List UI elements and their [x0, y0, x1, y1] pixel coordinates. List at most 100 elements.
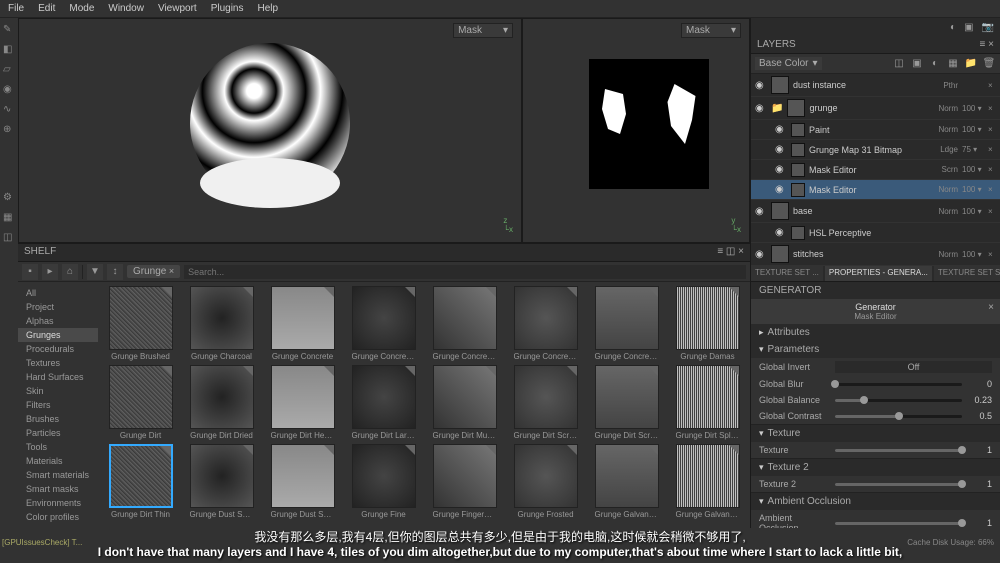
shelf-cat-textures[interactable]: Textures — [18, 356, 98, 370]
shelf-cat-particles[interactable]: Particles — [18, 426, 98, 440]
shelf-filter-tag[interactable]: Grunge × — [127, 265, 180, 278]
global-blur-slider[interactable] — [835, 383, 962, 386]
menu-viewport[interactable]: Viewport — [158, 3, 197, 14]
shelf-cat-materials[interactable]: Materials — [18, 454, 98, 468]
shelf-item[interactable]: Grunge Dust Small — [183, 444, 260, 519]
visibility-icon[interactable]: ◉ — [775, 227, 787, 238]
visibility-icon[interactable]: ◉ — [775, 124, 787, 135]
shelf-cat-tools[interactable]: Tools — [18, 440, 98, 454]
shelf-filter-icon[interactable]: ▼ — [87, 264, 103, 280]
shelf-item[interactable]: Grunge Dust Spread — [264, 444, 341, 519]
shelf-cat-smart-masks[interactable]: Smart masks — [18, 482, 98, 496]
shelf-menu-icon[interactable]: ≡ ◫ × — [717, 246, 744, 259]
shelf-item[interactable]: Grunge Fingerprints — [426, 444, 503, 519]
layer-row[interactable]: ◉dust instancePthr× — [751, 74, 1000, 97]
texture2-slider[interactable] — [835, 483, 962, 486]
add-effect-icon[interactable]: ◫ — [892, 57, 906, 71]
layer-row[interactable]: ◉stitchesNorm100 ▾× — [751, 243, 1000, 266]
shelf-item[interactable]: Grunge Dirt Muddy — [426, 365, 503, 440]
global-invert-toggle[interactable]: Off — [835, 361, 992, 373]
visibility-icon[interactable]: ◉ — [775, 184, 787, 195]
shelf-view-icon[interactable]: ▪ — [22, 264, 38, 280]
visibility-icon[interactable]: ◉ — [775, 164, 787, 175]
shelf-cat-hard-surfaces[interactable]: Hard Surfaces — [18, 370, 98, 384]
tool-clone-icon[interactable]: ⊕ — [3, 124, 15, 136]
menu-mode[interactable]: Mode — [69, 3, 94, 14]
shelf-item[interactable]: Grunge Fine — [345, 444, 422, 519]
shelf-cat-grunges[interactable]: Grunges — [18, 328, 98, 342]
tab[interactable]: TEXTURE SET ... — [751, 266, 823, 281]
generator-slot[interactable]: Generator Mask Editor × — [751, 299, 1000, 324]
shelf-cat-filters[interactable]: Filters — [18, 398, 98, 412]
layer-row[interactable]: ◉PaintNorm100 ▾× — [751, 120, 1000, 140]
layer-row[interactable]: ◉HSL Perceptive — [751, 223, 1000, 243]
menu-edit[interactable]: Edit — [38, 3, 55, 14]
shelf-item[interactable]: Grunge Dirt Scratchy — [588, 365, 665, 440]
shelf-item[interactable]: Grunge Galvanic S... — [588, 444, 665, 519]
shelf-item[interactable]: Grunge Dirt — [102, 365, 179, 440]
shelf-import-icon[interactable]: ▸ — [42, 264, 58, 280]
shelf-item[interactable]: Grunge Charcoal — [183, 286, 260, 361]
shelf-item[interactable]: Grunge Dirt Large — [345, 365, 422, 440]
menu-window[interactable]: Window — [108, 3, 144, 14]
section-texture[interactable]: ▾ Texture — [751, 425, 1000, 442]
shelf-item[interactable]: Grunge Concrete Cra... — [426, 286, 503, 361]
layer-row[interactable]: ◉Mask EditorScrn100 ▾× — [751, 160, 1000, 180]
add-layer-icon[interactable]: ◐ — [928, 57, 942, 71]
layer-row[interactable]: ◉baseNorm100 ▾× — [751, 200, 1000, 223]
shelf-item[interactable]: Grunge Concrete Old — [588, 286, 665, 361]
add-mask-icon[interactable]: ▣ — [910, 57, 924, 71]
shelf-item[interactable]: Grunge Concrete — [264, 286, 341, 361]
shelf-sort-icon[interactable]: ↕ — [107, 264, 123, 280]
shelf-item[interactable]: Grunge Dirt Thin — [102, 444, 179, 519]
section-texture2[interactable]: ▾ Texture 2 — [751, 459, 1000, 476]
menu-plugins[interactable]: Plugins — [211, 3, 244, 14]
shelf-item[interactable]: Grunge Concrete Dirty — [507, 286, 584, 361]
section-parameters[interactable]: ▾ Parameters — [751, 341, 1000, 358]
shelf-item[interactable]: Grunge Damas — [669, 286, 746, 361]
tool-layers-icon[interactable]: ▦ — [3, 212, 15, 224]
shelf-search-input[interactable] — [184, 265, 746, 279]
layer-row[interactable]: ◉Grunge Map 31 BitmapLdge75 ▾× — [751, 140, 1000, 160]
tool-material-icon[interactable]: ◫ — [3, 232, 15, 244]
shelf-cat-skin[interactable]: Skin — [18, 384, 98, 398]
global-balance-slider[interactable] — [835, 399, 962, 402]
add-folder-icon[interactable]: 📁 — [964, 57, 978, 71]
shelf-item[interactable]: Grunge Brushed — [102, 286, 179, 361]
iray-icon[interactable]: ◐ — [950, 22, 956, 33]
viewport-mode-dropdown-2[interactable]: Mask▾ — [681, 23, 741, 38]
shelf-cat-procedurals[interactable]: Procedurals — [18, 342, 98, 356]
shelf-cat-color-profiles[interactable]: Color profiles — [18, 510, 98, 524]
shelf-cat-smart-materials[interactable]: Smart materials — [18, 468, 98, 482]
tool-projection-icon[interactable]: ▱ — [3, 64, 15, 76]
add-fill-icon[interactable]: ▦ — [946, 57, 960, 71]
global-contrast-slider[interactable] — [835, 415, 962, 418]
layer-row[interactable]: ◉📁grungeNorm100 ▾× — [751, 97, 1000, 120]
tab[interactable]: TEXTURE SET SETTI... — [934, 266, 1000, 281]
viewport-3d[interactable]: Mask▾ z└x — [18, 18, 522, 243]
camera-icon[interactable]: 📷 — [982, 22, 994, 33]
shelf-cat-project[interactable]: Project — [18, 300, 98, 314]
visibility-icon[interactable]: ◉ — [755, 103, 767, 114]
close-icon[interactable]: × — [988, 302, 994, 313]
visibility-icon[interactable]: ◉ — [755, 249, 767, 260]
tab[interactable]: PROPERTIES - GENERA... — [825, 266, 932, 281]
texture-slider[interactable] — [835, 449, 962, 452]
channel-dropdown[interactable]: Base Color▾ — [755, 57, 822, 70]
shelf-item[interactable]: Grunge Dirt Dried — [183, 365, 260, 440]
layer-row[interactable]: ◉Mask EditorNorm100 ▾× — [751, 180, 1000, 200]
shelf-cat-all[interactable]: All — [18, 286, 98, 300]
shelf-item[interactable]: Grunge Frosted — [507, 444, 584, 519]
ao-slider[interactable] — [835, 522, 962, 525]
shelf-cat-alphas[interactable]: Alphas — [18, 314, 98, 328]
tool-eraser-icon[interactable]: ◧ — [3, 44, 15, 56]
menu-file[interactable]: File — [8, 3, 24, 14]
viewport-2d[interactable]: Mask▾ y└x — [522, 18, 750, 243]
tool-fill-icon[interactable]: ◉ — [3, 84, 15, 96]
shelf-cat-environments[interactable]: Environments — [18, 496, 98, 510]
tool-settings-icon[interactable]: ⚙ — [3, 192, 15, 204]
shelf-item[interactable]: Grunge Dirt Heavy — [264, 365, 341, 440]
shelf-cat-brushes[interactable]: Brushes — [18, 412, 98, 426]
layers-menu-icon[interactable]: ≡ × — [980, 39, 994, 50]
shelf-item[interactable]: Grunge Dirt Scratched — [507, 365, 584, 440]
